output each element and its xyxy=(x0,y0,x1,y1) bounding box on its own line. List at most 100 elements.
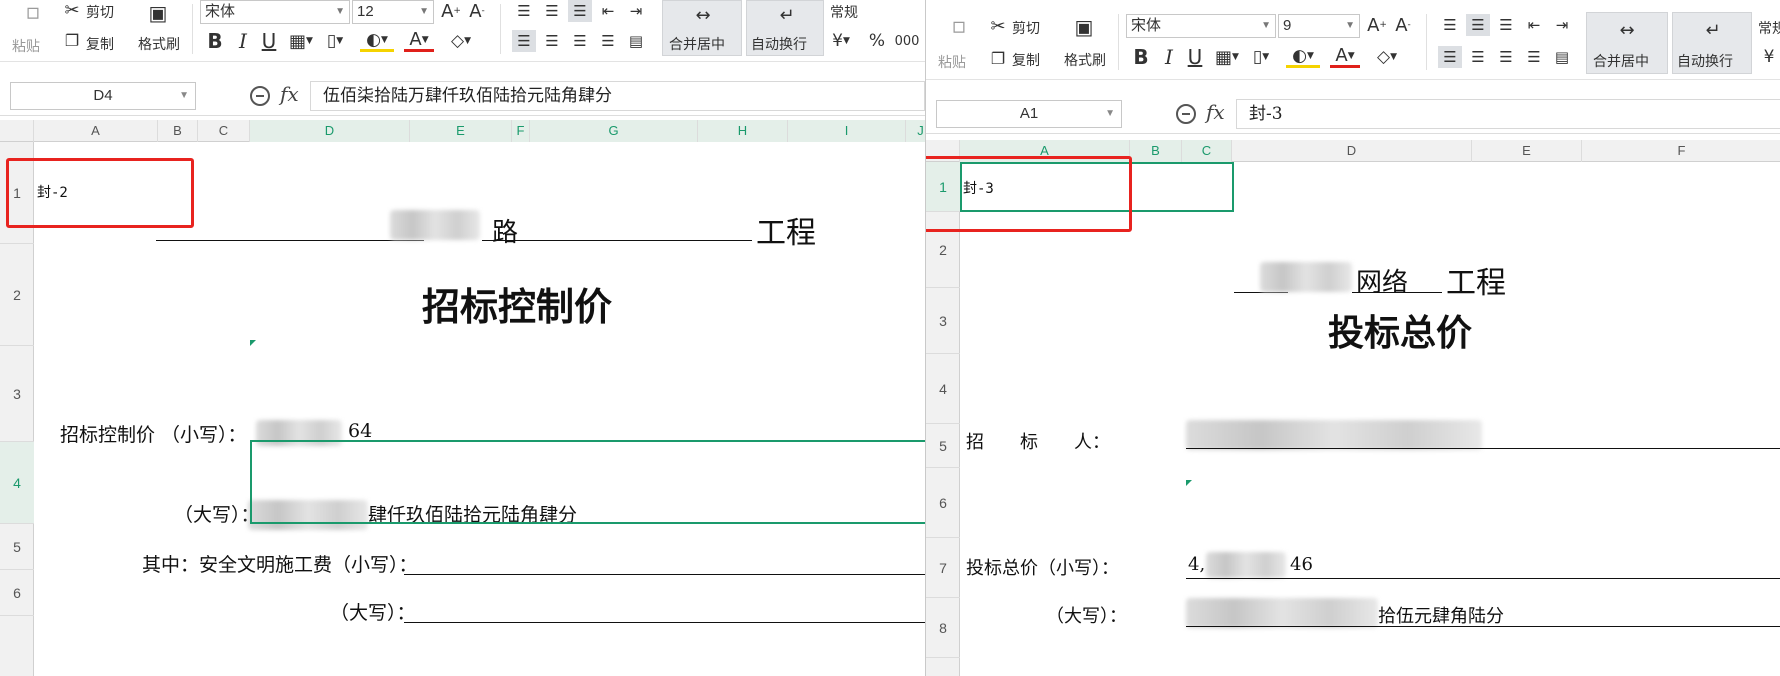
scissors-icon[interactable]: ✂ xyxy=(62,0,82,21)
row-header-4[interactable]: 4 xyxy=(0,442,34,524)
scissors-icon[interactable]: ✂ xyxy=(988,16,1008,37)
increase-font-icon[interactable]: A + xyxy=(1366,14,1388,36)
indent-increase-icon[interactable]: ⇥ xyxy=(1550,14,1574,36)
column-header-f[interactable]: F xyxy=(512,120,530,142)
align-right-icon[interactable]: ☰ xyxy=(1494,46,1518,68)
font-name-select[interactable]: 宋体 ▼ xyxy=(200,0,350,24)
copy-button[interactable]: 复制 xyxy=(1012,50,1040,70)
zoom-icon[interactable] xyxy=(1176,104,1196,124)
format-painter-button[interactable]: 格式刷 xyxy=(138,34,180,54)
distributed-icon[interactable]: ▤ xyxy=(1550,46,1574,68)
number-format-select[interactable]: 常规 xyxy=(830,2,858,22)
format-painter-icon[interactable]: ▣ xyxy=(1072,14,1096,40)
currency-icon[interactable]: ¥ ▼ xyxy=(830,30,852,52)
font-color-icon[interactable]: A ▼ xyxy=(1330,45,1360,68)
copy-button[interactable]: 复制 xyxy=(86,34,114,54)
merge-cells-icon[interactable]: ▯ ▼ xyxy=(1246,46,1276,68)
select-all-corner[interactable] xyxy=(0,120,34,142)
column-header-c[interactable]: C xyxy=(1182,140,1232,162)
justify-icon[interactable]: ☰ xyxy=(596,30,620,52)
column-header-h[interactable]: H xyxy=(698,120,788,142)
fill-color-icon[interactable]: ◐ ▼ xyxy=(360,30,394,52)
merge-cells-icon[interactable]: ▯ ▼ xyxy=(320,30,350,52)
sheet-grid[interactable]: 封-3 网络 工程 投标总价 招 标 人： 投标总价（小写）： 4, 46 （大… xyxy=(960,162,1780,676)
bold-icon[interactable]: B xyxy=(204,29,226,53)
align-top-icon[interactable]: ☰ xyxy=(512,0,536,22)
column-header-e[interactable]: E xyxy=(410,120,512,142)
bold-icon[interactable]: B xyxy=(1130,45,1152,69)
italic-icon[interactable]: I xyxy=(232,29,254,53)
cut-button[interactable]: 剪切 xyxy=(1012,18,1040,38)
fill-color-icon[interactable]: ◐ ▼ xyxy=(1286,46,1320,68)
paste-icon[interactable]: ▫ xyxy=(946,14,972,39)
copy-icon[interactable]: ❐ xyxy=(988,48,1008,68)
distributed-icon[interactable]: ▤ xyxy=(624,30,648,52)
align-bottom-icon[interactable]: ☰ xyxy=(1494,14,1518,36)
font-size-select[interactable]: 9 ▼ xyxy=(1278,14,1360,38)
column-header-e[interactable]: E xyxy=(1472,140,1582,162)
align-left-icon[interactable]: ☰ xyxy=(512,30,536,52)
format-painter-button[interactable]: 格式刷 xyxy=(1064,50,1106,70)
font-name-select[interactable]: 宋体 ▼ xyxy=(1126,14,1276,38)
increase-font-icon[interactable]: A + xyxy=(440,0,462,22)
font-size-select[interactable]: 12 ▼ xyxy=(352,0,434,24)
align-middle-icon[interactable]: ☰ xyxy=(540,0,564,22)
align-left-icon[interactable]: ☰ xyxy=(1438,46,1462,68)
row-header-6[interactable]: 6 xyxy=(0,570,34,616)
column-header-b[interactable]: B xyxy=(158,120,198,142)
paste-icon[interactable]: ▫ xyxy=(20,0,46,25)
fx-icon[interactable]: fx xyxy=(1206,100,1225,124)
underline-icon[interactable]: U xyxy=(258,29,280,53)
decrease-font-icon[interactable]: A- xyxy=(466,0,488,22)
underline-icon[interactable]: U xyxy=(1184,45,1206,69)
clear-format-icon[interactable]: ◇ ▼ xyxy=(1370,46,1404,68)
column-header-j[interactable]: J xyxy=(906,120,925,142)
indent-increase-icon[interactable]: ⇥ xyxy=(624,0,648,22)
column-header-g[interactable]: G xyxy=(530,120,698,142)
row-header-3[interactable]: 3 xyxy=(0,346,34,442)
zoom-icon[interactable] xyxy=(250,86,270,106)
indent-decrease-icon[interactable]: ⇤ xyxy=(596,0,620,22)
borders-icon[interactable]: ▦ ▼ xyxy=(286,30,316,52)
number-format-select[interactable]: 常规 xyxy=(1758,18,1780,38)
column-header-i[interactable]: I xyxy=(788,120,906,142)
decrease-font-icon[interactable]: A- xyxy=(1392,14,1414,36)
wrap-text-button[interactable]: ↵ 自动换行 xyxy=(746,0,824,56)
paste-button-label[interactable]: 粘贴 xyxy=(938,52,966,72)
merge-center-button[interactable]: ↔ 合并居中 xyxy=(662,0,742,56)
percent-icon[interactable]: % xyxy=(866,30,888,52)
column-header-a[interactable]: A xyxy=(34,120,158,142)
row-header-4[interactable]: 4 xyxy=(926,354,960,424)
wrap-text-button[interactable]: ↵ 自动换行 xyxy=(1672,12,1752,74)
row-header-6[interactable]: 6 xyxy=(926,468,960,538)
thousands-icon[interactable]: 000 xyxy=(894,30,920,52)
clear-format-icon[interactable]: ◇ ▼ xyxy=(444,30,478,52)
align-top-icon[interactable]: ☰ xyxy=(1438,14,1462,36)
align-center-icon[interactable]: ☰ xyxy=(1466,46,1490,68)
currency-icon[interactable]: ¥ xyxy=(1758,46,1780,68)
align-bottom-icon[interactable]: ☰ xyxy=(568,0,592,22)
column-header-f[interactable]: F xyxy=(1582,140,1780,162)
font-color-icon[interactable]: A ▼ xyxy=(404,29,434,52)
merge-center-button[interactable]: ↔ 合并居中 xyxy=(1586,12,1668,74)
name-box[interactable]: A1 ▼ xyxy=(936,100,1122,128)
cut-button[interactable]: 剪切 xyxy=(86,2,114,22)
column-header-d[interactable]: D xyxy=(1232,140,1472,162)
name-box[interactable]: D4 ▼ xyxy=(10,82,196,110)
align-middle-icon[interactable]: ☰ xyxy=(1466,14,1490,36)
borders-icon[interactable]: ▦ ▼ xyxy=(1212,46,1242,68)
paste-button-label[interactable]: 粘贴 xyxy=(12,36,40,56)
formula-input[interactable]: 封-3 xyxy=(1236,99,1780,129)
copy-icon[interactable]: ❐ xyxy=(62,30,82,50)
column-header-b[interactable]: B xyxy=(1130,140,1182,162)
italic-icon[interactable]: I xyxy=(1158,45,1180,69)
row-header-5[interactable]: 5 xyxy=(926,424,960,468)
row-header-5[interactable]: 5 xyxy=(0,524,34,570)
format-painter-icon[interactable]: ▣ xyxy=(146,0,170,26)
align-center-icon[interactable]: ☰ xyxy=(540,30,564,52)
fx-icon[interactable]: fx xyxy=(280,82,299,106)
justify-icon[interactable]: ☰ xyxy=(1522,46,1546,68)
row-header-7[interactable]: 7 xyxy=(926,538,960,598)
indent-decrease-icon[interactable]: ⇤ xyxy=(1522,14,1546,36)
column-header-c[interactable]: C xyxy=(198,120,250,142)
